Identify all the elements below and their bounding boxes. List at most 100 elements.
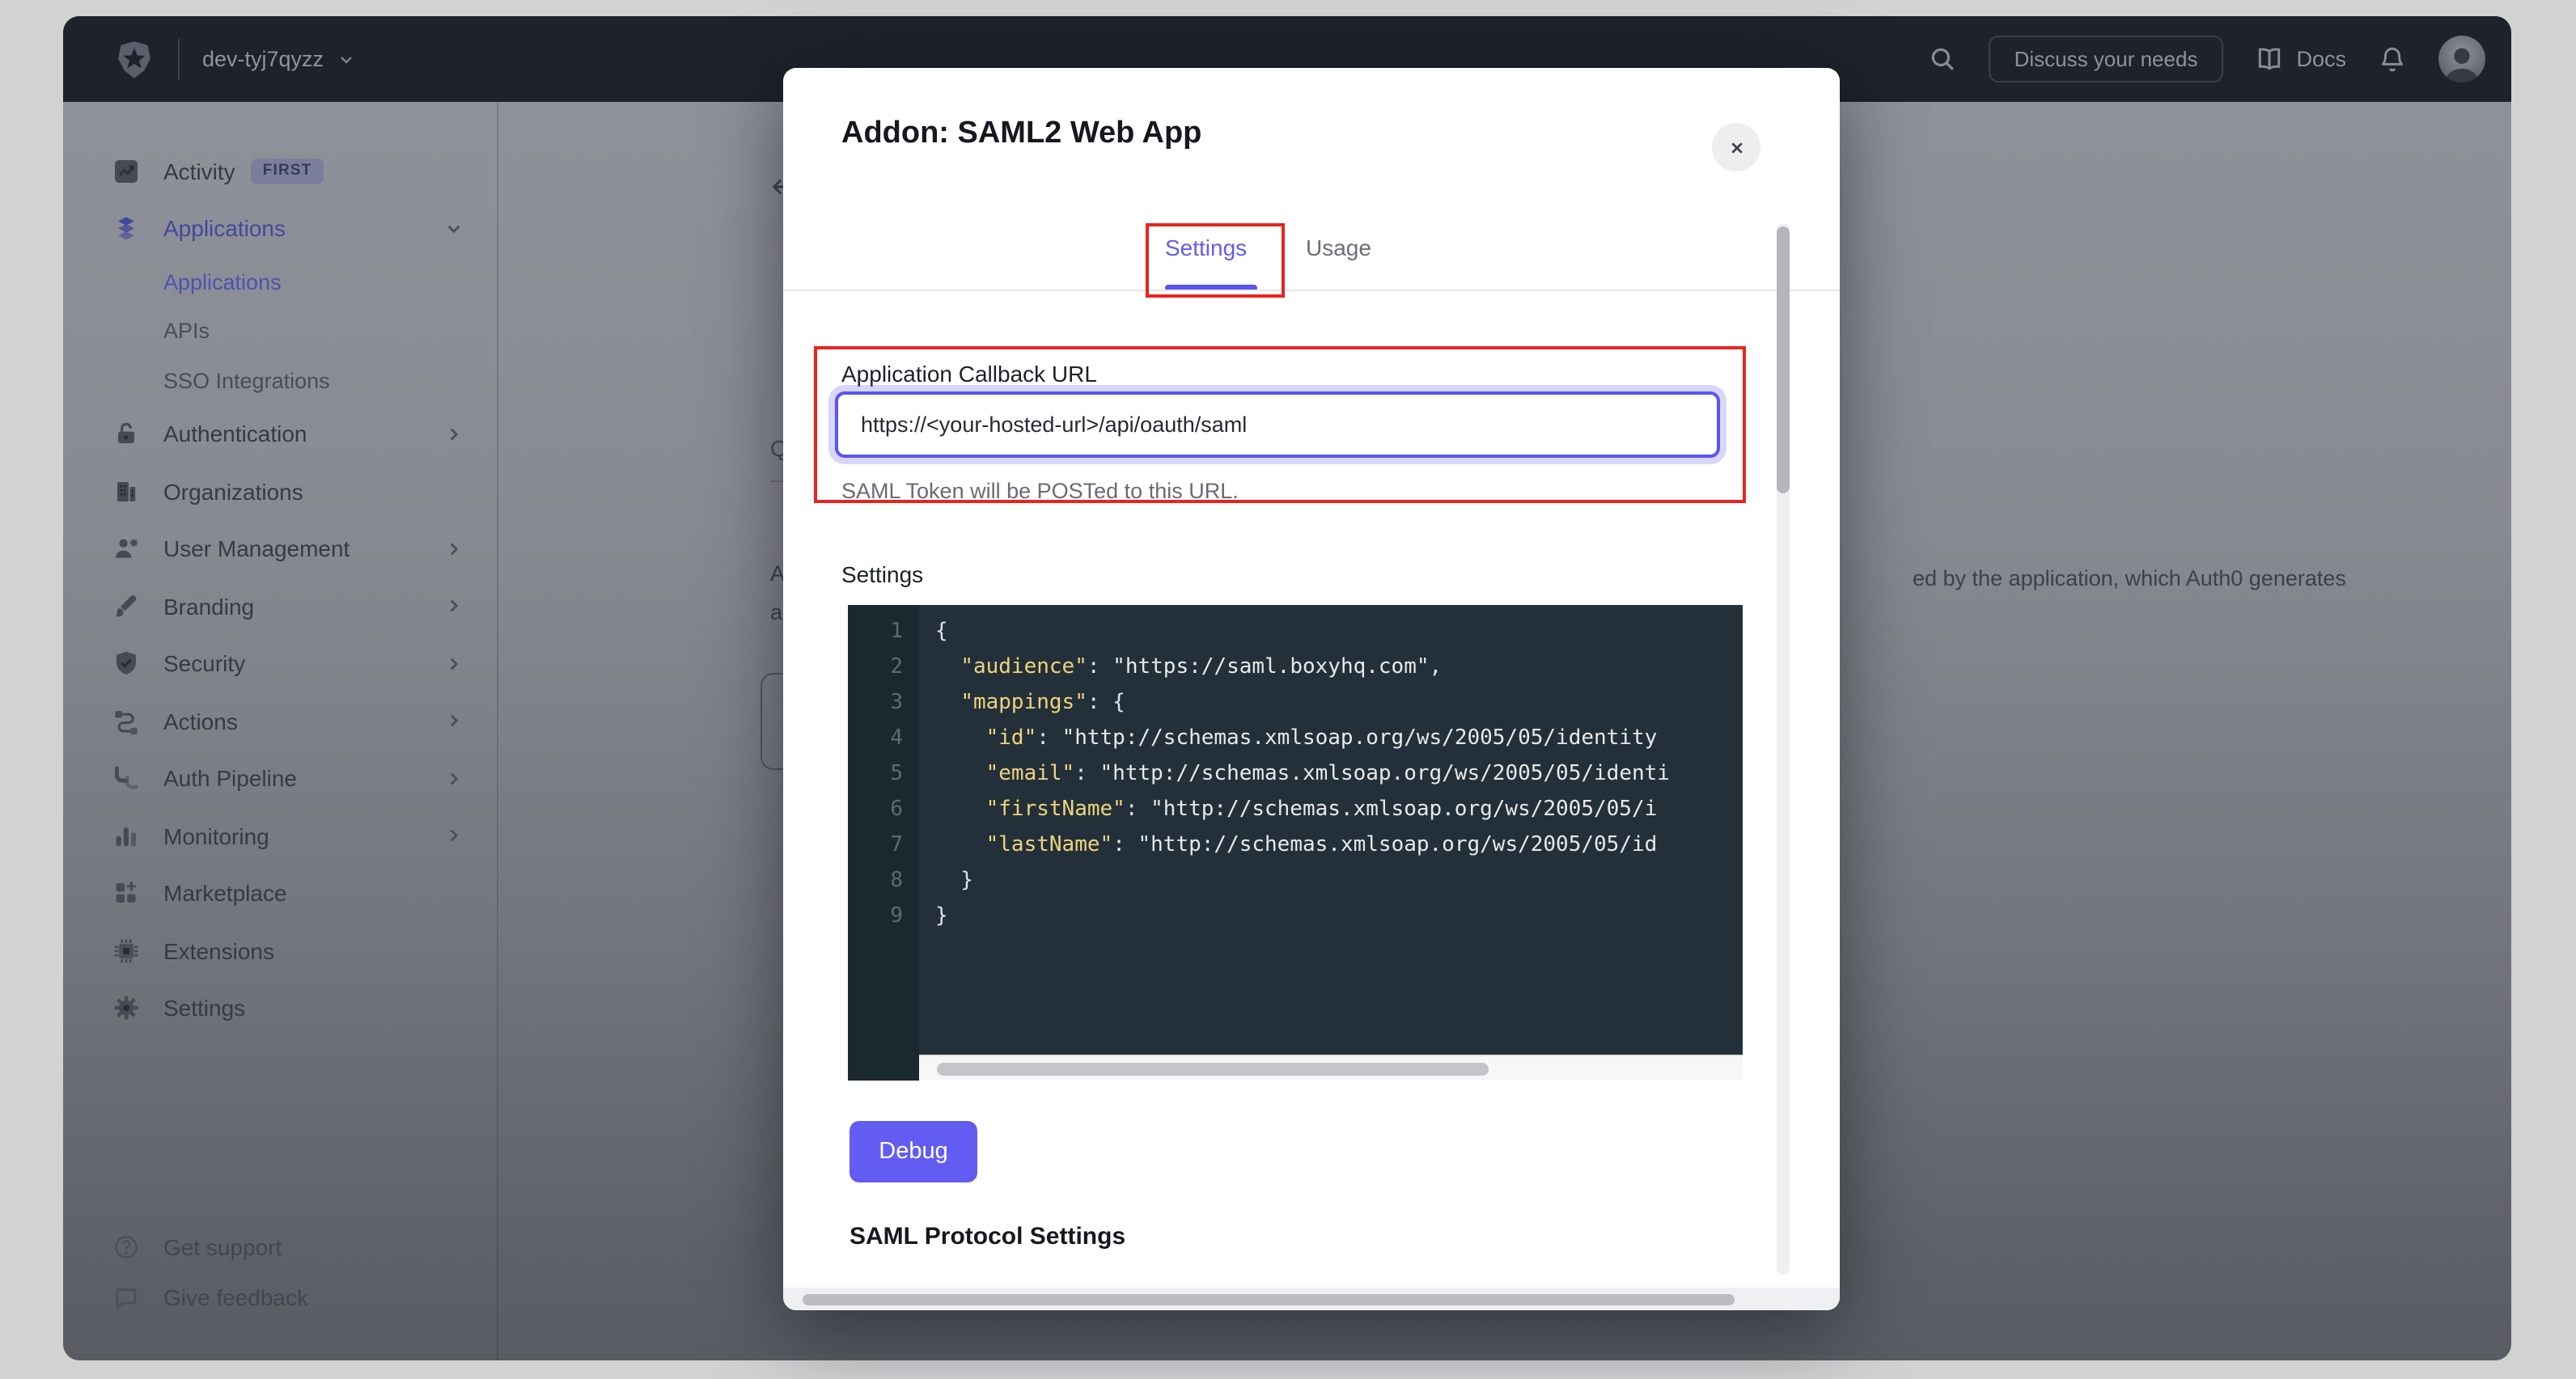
callback-url-helper: SAML Token will be POSTed to this URL. xyxy=(841,479,1239,503)
line-number: 8 xyxy=(848,864,919,899)
code-line[interactable]: 6 "firstName": "http://schemas.xmlsoap.o… xyxy=(848,793,1743,828)
addon-saml2-modal: Addon: SAML2 Web App Settings Usage Appl… xyxy=(783,68,1840,1310)
help-circle-icon xyxy=(113,1233,139,1259)
chevron-down-icon xyxy=(337,49,356,69)
gutter-footer xyxy=(848,1055,919,1081)
sidebar-item-security[interactable]: Security xyxy=(63,635,497,692)
chevron-right-icon xyxy=(443,711,464,732)
sidebar-item-organizations[interactable]: Organizations xyxy=(63,463,497,520)
code-line[interactable]: 4 "id": "http://schemas.xmlsoap.org/ws/2… xyxy=(848,721,1743,757)
docs-label: Docs xyxy=(2296,47,2346,71)
line-number: 1 xyxy=(848,615,919,650)
line-number: 9 xyxy=(848,899,919,935)
callback-url-input[interactable] xyxy=(835,391,1720,458)
user-avatar[interactable] xyxy=(2438,36,2485,82)
sidebar-item-auth-pipeline[interactable]: Auth Pipeline xyxy=(63,750,497,807)
code-text: "lastName": "http://schemas.xmlsoap.org/… xyxy=(919,828,1657,864)
sidebar-item-monitoring[interactable]: Monitoring xyxy=(63,807,497,865)
chevron-down-icon xyxy=(443,218,464,239)
tab-usage[interactable]: Usage xyxy=(1306,235,1371,260)
chat-bubble-icon xyxy=(113,1284,139,1309)
chevron-right-icon xyxy=(443,424,464,445)
code-text: "mappings": { xyxy=(919,686,1125,721)
chevron-right-icon xyxy=(443,539,464,560)
debug-button[interactable]: Debug xyxy=(849,1121,977,1182)
settings-json-editor[interactable]: 1{2 "audience": "https://saml.boxyhq.com… xyxy=(848,605,1743,1081)
line-number: 5 xyxy=(848,757,919,793)
editor-scroll-track[interactable] xyxy=(919,1055,1743,1081)
sidebar-item-activity[interactable]: Activity FIRST xyxy=(63,142,497,200)
first-badge: FIRST xyxy=(252,159,324,184)
layers-icon xyxy=(113,216,139,242)
sidebar-subitem-applications[interactable]: Applications xyxy=(63,257,497,307)
user-gear-icon xyxy=(113,536,139,562)
sidebar-item-actions[interactable]: Actions xyxy=(63,692,497,750)
sidebar-item-extensions[interactable]: Extensions xyxy=(63,922,497,979)
code-text: "audience": "https://saml.boxyhq.com", xyxy=(919,650,1442,686)
flow-icon xyxy=(113,709,139,734)
shield-check-icon xyxy=(113,651,139,677)
editor-horizontal-scrollbar xyxy=(848,1055,1743,1081)
docs-link[interactable]: Docs xyxy=(2256,45,2346,73)
line-number: 2 xyxy=(848,650,919,686)
tenant-name: dev-tyj7qyzz xyxy=(202,47,324,71)
sidebar-subitem-sso-integrations[interactable]: SSO Integrations xyxy=(63,356,497,405)
line-number: 7 xyxy=(848,828,919,864)
notifications-bell-icon[interactable] xyxy=(2379,45,2406,73)
saml-protocol-settings-heading: SAML Protocol Settings xyxy=(849,1223,1125,1250)
sidebar-item-settings[interactable]: Settings xyxy=(63,979,497,1037)
line-number: 4 xyxy=(848,721,919,757)
chevron-right-icon xyxy=(443,826,464,847)
line-number: 3 xyxy=(848,686,919,721)
sidebar-item-applications[interactable]: Applications xyxy=(63,200,497,257)
sidebar-item-user-management[interactable]: User Management xyxy=(63,520,497,577)
modal-vertical-scroll-thumb[interactable] xyxy=(1777,226,1790,493)
editor-scroll-thumb[interactable] xyxy=(937,1063,1489,1076)
description-text-fragment: ed by the application, which Auth0 gener… xyxy=(1913,566,2346,590)
get-support-link[interactable]: Get support xyxy=(63,1221,497,1271)
grid-plus-icon xyxy=(113,881,139,907)
bar-chart-icon xyxy=(113,823,139,849)
chevron-right-icon xyxy=(443,596,464,617)
code-text: "id": "http://schemas.xmlsoap.org/ws/200… xyxy=(919,721,1657,757)
discuss-needs-button[interactable]: Discuss your needs xyxy=(1989,36,2224,82)
code-text: } xyxy=(919,864,973,899)
pipeline-icon xyxy=(113,766,139,792)
code-text: { xyxy=(919,615,948,650)
code-line[interactable]: 3 "mappings": { xyxy=(848,686,1743,721)
paintbrush-icon xyxy=(113,594,139,620)
gear-icon xyxy=(113,996,139,1022)
chevron-right-icon xyxy=(443,768,464,789)
tab-settings[interactable]: Settings xyxy=(1165,235,1247,260)
search-icon[interactable] xyxy=(1929,45,1956,73)
sidebar-item-branding[interactable]: Branding xyxy=(63,577,497,635)
code-line[interactable]: 8 } xyxy=(848,864,1743,899)
sidebar-item-authentication[interactable]: Authentication xyxy=(63,405,497,463)
sidebar: Activity FIRST Applications Applications… xyxy=(63,102,498,1360)
chip-icon xyxy=(113,938,139,964)
modal-title: Addon: SAML2 Web App xyxy=(841,116,1201,152)
give-feedback-link[interactable]: Give feedback xyxy=(63,1271,497,1322)
code-line[interactable]: 2 "audience": "https://saml.boxyhq.com", xyxy=(848,650,1743,686)
tabs-divider xyxy=(783,290,1840,291)
code-line[interactable]: 5 "email": "http://schemas.xmlsoap.org/w… xyxy=(848,757,1743,793)
sidebar-item-marketplace[interactable]: Marketplace xyxy=(63,865,497,922)
code-line[interactable]: 1{ xyxy=(848,615,1743,650)
chevron-right-icon xyxy=(443,654,464,675)
code-line[interactable]: 9} xyxy=(848,899,1743,935)
modal-horizontal-scroll-thumb[interactable] xyxy=(803,1293,1735,1305)
building-icon xyxy=(113,479,139,505)
code-line[interactable]: 7 "lastName": "http://schemas.xmlsoap.or… xyxy=(848,828,1743,864)
topbar-divider xyxy=(178,38,180,80)
close-button[interactable] xyxy=(1712,123,1760,171)
code-area[interactable]: 1{2 "audience": "https://saml.boxyhq.com… xyxy=(848,605,1743,1055)
settings-section-label: Settings xyxy=(841,561,923,587)
page: dev-tyj7qyzz Discuss your needs Docs xyxy=(0,0,2576,1379)
callback-url-label: Application Callback URL xyxy=(841,361,1097,387)
sidebar-subitem-apis[interactable]: APIs xyxy=(63,307,497,356)
lock-icon xyxy=(113,421,139,447)
code-text: "firstName": "http://schemas.xmlsoap.org… xyxy=(919,793,1657,828)
close-icon xyxy=(1726,137,1747,158)
tenant-switcher[interactable]: dev-tyj7qyzz xyxy=(202,47,356,71)
line-number: 6 xyxy=(848,793,919,828)
